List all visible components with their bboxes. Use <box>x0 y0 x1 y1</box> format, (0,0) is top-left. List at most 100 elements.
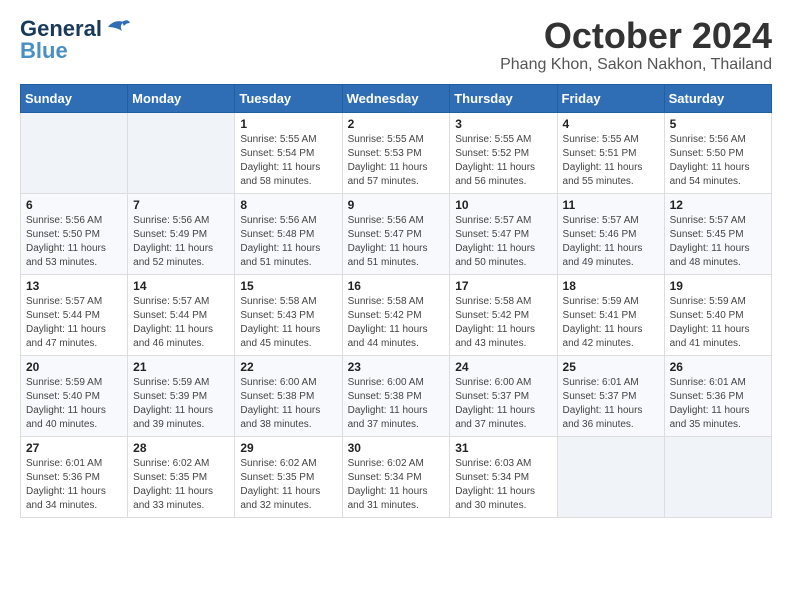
calendar-cell: 29 Sunrise: 6:02 AMSunset: 5:35 PMDayligh… <box>235 436 342 517</box>
day-info: Sunrise: 5:57 AMSunset: 5:44 PMDaylight:… <box>133 295 229 351</box>
calendar-cell: 28 Sunrise: 6:02 AMSunset: 5:35 PMDayligh… <box>128 436 235 517</box>
day-info: Sunrise: 5:55 AMSunset: 5:54 PMDaylight:… <box>240 133 336 189</box>
day-info: Sunrise: 6:02 AMSunset: 5:35 PMDaylight:… <box>133 457 229 513</box>
day-info: Sunrise: 5:55 AMSunset: 5:51 PMDaylight:… <box>563 133 659 189</box>
day-number: 8 <box>240 198 336 212</box>
day-info: Sunrise: 5:57 AMSunset: 5:47 PMDaylight:… <box>455 214 551 270</box>
day-info: Sunrise: 5:58 AMSunset: 5:42 PMDaylight:… <box>455 295 551 351</box>
calendar-cell: 10 Sunrise: 5:57 AMSunset: 5:47 PMDayligh… <box>450 193 557 274</box>
calendar-cell: 19 Sunrise: 5:59 AMSunset: 5:40 PMDayligh… <box>664 274 771 355</box>
col-header-monday: Monday <box>128 84 235 112</box>
day-number: 11 <box>563 198 659 212</box>
calendar-header-row: SundayMondayTuesdayWednesdayThursdayFrid… <box>21 84 772 112</box>
day-info: Sunrise: 5:56 AMSunset: 5:47 PMDaylight:… <box>348 214 445 270</box>
day-info: Sunrise: 5:57 AMSunset: 5:46 PMDaylight:… <box>563 214 659 270</box>
calendar-cell: 13 Sunrise: 5:57 AMSunset: 5:44 PMDayligh… <box>21 274 128 355</box>
day-number: 27 <box>26 441 122 455</box>
month-title: October 2024 <box>500 16 772 56</box>
day-number: 16 <box>348 279 445 293</box>
logo: General Blue <box>20 16 130 64</box>
calendar-week-row: 27 Sunrise: 6:01 AMSunset: 5:36 PMDayligh… <box>21 436 772 517</box>
calendar-cell: 20 Sunrise: 5:59 AMSunset: 5:40 PMDayligh… <box>21 355 128 436</box>
day-number: 25 <box>563 360 659 374</box>
title-block: October 2024 Phang Khon, Sakon Nakhon, T… <box>500 16 772 74</box>
day-info: Sunrise: 6:00 AMSunset: 5:38 PMDaylight:… <box>240 376 336 432</box>
calendar-cell: 14 Sunrise: 5:57 AMSunset: 5:44 PMDayligh… <box>128 274 235 355</box>
day-info: Sunrise: 5:58 AMSunset: 5:42 PMDaylight:… <box>348 295 445 351</box>
day-info: Sunrise: 6:00 AMSunset: 5:38 PMDaylight:… <box>348 376 445 432</box>
day-number: 19 <box>670 279 766 293</box>
day-info: Sunrise: 5:55 AMSunset: 5:52 PMDaylight:… <box>455 133 551 189</box>
day-number: 12 <box>670 198 766 212</box>
day-number: 4 <box>563 117 659 131</box>
day-info: Sunrise: 6:01 AMSunset: 5:37 PMDaylight:… <box>563 376 659 432</box>
day-number: 30 <box>348 441 445 455</box>
calendar-cell: 7 Sunrise: 5:56 AMSunset: 5:49 PMDaylight… <box>128 193 235 274</box>
calendar-cell: 30 Sunrise: 6:02 AMSunset: 5:34 PMDayligh… <box>342 436 450 517</box>
day-info: Sunrise: 6:01 AMSunset: 5:36 PMDaylight:… <box>670 376 766 432</box>
day-number: 10 <box>455 198 551 212</box>
day-number: 31 <box>455 441 551 455</box>
day-number: 1 <box>240 117 336 131</box>
day-info: Sunrise: 6:02 AMSunset: 5:34 PMDaylight:… <box>348 457 445 513</box>
day-number: 7 <box>133 198 229 212</box>
calendar-cell: 22 Sunrise: 6:00 AMSunset: 5:38 PMDayligh… <box>235 355 342 436</box>
day-number: 28 <box>133 441 229 455</box>
day-number: 24 <box>455 360 551 374</box>
calendar-cell: 12Sunrise: 5:57 AMSunset: 5:45 PMDayligh… <box>664 193 771 274</box>
day-number: 22 <box>240 360 336 374</box>
calendar-cell: 21 Sunrise: 5:59 AMSunset: 5:39 PMDayligh… <box>128 355 235 436</box>
day-info: Sunrise: 5:59 AMSunset: 5:40 PMDaylight:… <box>26 376 122 432</box>
calendar-cell: 24Sunrise: 6:00 AMSunset: 5:37 PMDayligh… <box>450 355 557 436</box>
day-number: 6 <box>26 198 122 212</box>
calendar-cell: 11 Sunrise: 5:57 AMSunset: 5:46 PMDayligh… <box>557 193 664 274</box>
calendar-cell <box>664 436 771 517</box>
calendar-cell <box>557 436 664 517</box>
calendar-week-row: 6 Sunrise: 5:56 AMSunset: 5:50 PMDaylight… <box>21 193 772 274</box>
calendar-cell: 26 Sunrise: 6:01 AMSunset: 5:36 PMDayligh… <box>664 355 771 436</box>
day-number: 14 <box>133 279 229 293</box>
day-number: 20 <box>26 360 122 374</box>
calendar-cell: 17Sunrise: 5:58 AMSunset: 5:42 PMDayligh… <box>450 274 557 355</box>
day-info: Sunrise: 5:58 AMSunset: 5:43 PMDaylight:… <box>240 295 336 351</box>
day-number: 2 <box>348 117 445 131</box>
day-number: 5 <box>670 117 766 131</box>
calendar-cell <box>128 112 235 193</box>
calendar-week-row: 1 Sunrise: 5:55 AMSunset: 5:54 PMDaylight… <box>21 112 772 193</box>
day-info: Sunrise: 5:56 AMSunset: 5:50 PMDaylight:… <box>670 133 766 189</box>
day-info: Sunrise: 5:56 AMSunset: 5:50 PMDaylight:… <box>26 214 122 270</box>
calendar-cell: 9 Sunrise: 5:56 AMSunset: 5:47 PMDaylight… <box>342 193 450 274</box>
day-info: Sunrise: 5:55 AMSunset: 5:53 PMDaylight:… <box>348 133 445 189</box>
day-number: 15 <box>240 279 336 293</box>
calendar-week-row: 13 Sunrise: 5:57 AMSunset: 5:44 PMDayligh… <box>21 274 772 355</box>
col-header-saturday: Saturday <box>664 84 771 112</box>
day-info: Sunrise: 5:59 AMSunset: 5:40 PMDaylight:… <box>670 295 766 351</box>
col-header-sunday: Sunday <box>21 84 128 112</box>
day-number: 26 <box>670 360 766 374</box>
calendar-cell <box>21 112 128 193</box>
day-number: 29 <box>240 441 336 455</box>
day-info: Sunrise: 5:56 AMSunset: 5:49 PMDaylight:… <box>133 214 229 270</box>
calendar-cell: 27 Sunrise: 6:01 AMSunset: 5:36 PMDayligh… <box>21 436 128 517</box>
calendar-cell: 25 Sunrise: 6:01 AMSunset: 5:37 PMDayligh… <box>557 355 664 436</box>
logo-bird-icon <box>104 17 130 39</box>
day-info: Sunrise: 5:57 AMSunset: 5:44 PMDaylight:… <box>26 295 122 351</box>
col-header-tuesday: Tuesday <box>235 84 342 112</box>
location-title: Phang Khon, Sakon Nakhon, Thailand <box>500 56 772 74</box>
day-number: 3 <box>455 117 551 131</box>
day-info: Sunrise: 6:02 AMSunset: 5:35 PMDaylight:… <box>240 457 336 513</box>
calendar-cell: 3 Sunrise: 5:55 AMSunset: 5:52 PMDaylight… <box>450 112 557 193</box>
col-header-friday: Friday <box>557 84 664 112</box>
day-info: Sunrise: 5:59 AMSunset: 5:39 PMDaylight:… <box>133 376 229 432</box>
calendar-table: SundayMondayTuesdayWednesdayThursdayFrid… <box>20 84 772 518</box>
day-number: 21 <box>133 360 229 374</box>
day-number: 13 <box>26 279 122 293</box>
day-number: 23 <box>348 360 445 374</box>
day-info: Sunrise: 6:01 AMSunset: 5:36 PMDaylight:… <box>26 457 122 513</box>
page-header: General Blue October 2024 Phang Khon, Sa… <box>20 16 772 74</box>
col-header-thursday: Thursday <box>450 84 557 112</box>
day-number: 9 <box>348 198 445 212</box>
calendar-cell: 18Sunrise: 5:59 AMSunset: 5:41 PMDayligh… <box>557 274 664 355</box>
calendar-cell: 5 Sunrise: 5:56 AMSunset: 5:50 PMDaylight… <box>664 112 771 193</box>
calendar-cell: 1 Sunrise: 5:55 AMSunset: 5:54 PMDaylight… <box>235 112 342 193</box>
